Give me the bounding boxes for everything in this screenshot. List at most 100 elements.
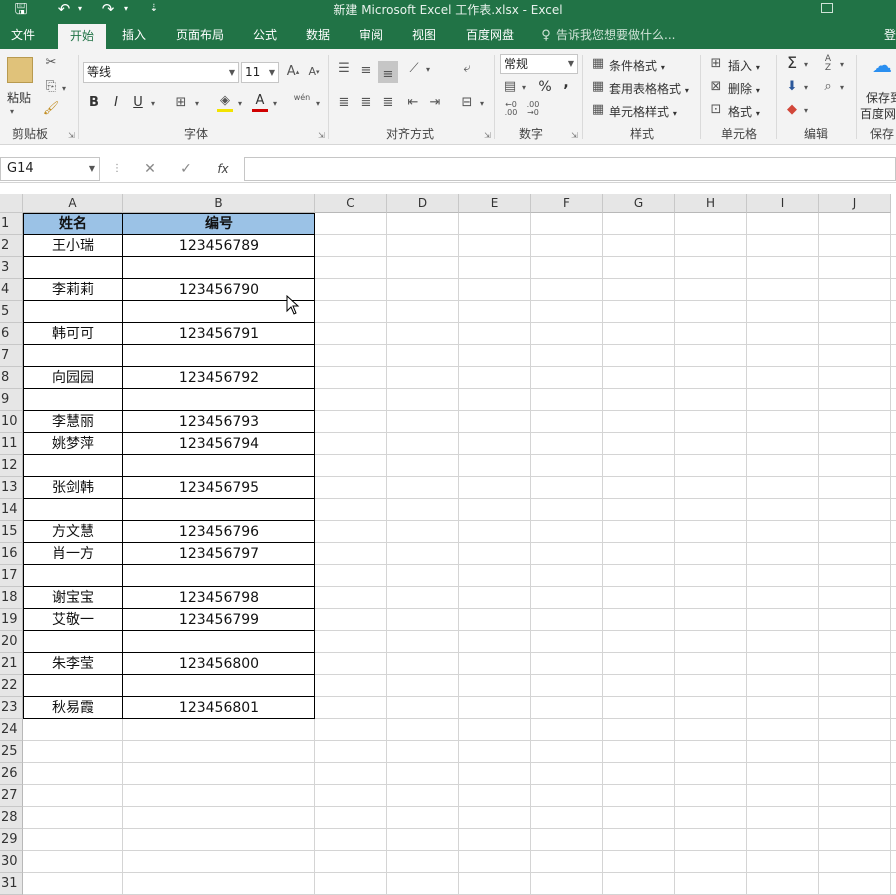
row-header[interactable]: 29 [0,829,23,851]
fill-color-icon[interactable]: ◈ [217,93,233,112]
font-size-select[interactable]: 11 ▼ [241,62,279,83]
row-header[interactable]: 14 [0,499,23,521]
decrease-font-icon[interactable]: A▾ [306,64,322,80]
percent-icon[interactable]: % [536,79,554,95]
font-color-dropdown-icon[interactable]: ▾ [271,96,279,112]
cancel-icon[interactable]: ✕ [140,157,160,181]
formula-input[interactable] [244,157,896,181]
tab-formulas[interactable]: 公式 [244,22,286,49]
row-header[interactable]: 4 [0,279,23,301]
fill-dropdown-icon[interactable]: ▾ [802,80,810,96]
table-cell[interactable]: 123456801 [123,697,315,719]
tab-home[interactable]: 开始 [58,22,106,49]
format-cells-button[interactable]: 格式 ▾ [728,103,760,120]
column-header-c[interactable]: C [315,194,387,213]
row-header[interactable]: 6 [0,323,23,345]
column-header-h[interactable]: H [675,194,747,213]
table-cell[interactable] [23,345,123,367]
confirm-icon[interactable]: ✓ [176,157,196,181]
comma-style-icon[interactable]: , [560,75,572,91]
borders-dropdown-icon[interactable]: ▾ [193,96,201,112]
align-left-icon[interactable]: ≣ [336,95,352,111]
table-cell[interactable]: 艾敬一 [23,609,123,631]
format-as-table-button[interactable]: 套用表格格式 ▾ [609,80,689,97]
table-cell[interactable] [23,565,123,587]
table-cell[interactable] [123,675,315,697]
table-cell[interactable] [23,389,123,411]
table-cell[interactable]: 123456789 [123,235,315,257]
clipboard-launcher-icon[interactable]: ⇲ [68,131,75,140]
column-header-b[interactable]: B [123,194,315,213]
row-header[interactable]: 26 [0,763,23,785]
fill-color-dropdown-icon[interactable]: ▾ [236,96,244,112]
row-header[interactable]: 12 [0,455,23,477]
align-center-icon[interactable]: ≣ [358,95,374,111]
conditional-format-button[interactable]: 条件格式 ▾ [609,57,665,74]
table-cell[interactable]: 123456796 [123,521,315,543]
fill-icon[interactable]: ⬇ [784,79,800,95]
row-header[interactable]: 28 [0,807,23,829]
merge-dropdown-icon[interactable]: ▾ [478,96,486,112]
table-header-cell[interactable]: 编号 [123,213,315,235]
table-cell[interactable]: 123456797 [123,543,315,565]
row-header[interactable]: 3 [0,257,23,279]
table-cell[interactable]: 韩可可 [23,323,123,345]
row-header[interactable]: 8 [0,367,23,389]
row-header[interactable]: 27 [0,785,23,807]
row-header[interactable]: 1 [0,213,23,235]
find-select-icon[interactable]: ⌕ [820,79,836,95]
select-all-corner[interactable] [0,194,23,213]
format-table-icon[interactable]: ▦ [590,79,606,95]
table-cell[interactable]: 123456800 [123,653,315,675]
table-cell[interactable] [123,257,315,279]
column-header-f[interactable]: F [531,194,603,213]
row-header[interactable]: 10 [0,411,23,433]
copy-icon[interactable]: ⎘ [42,79,60,95]
row-header[interactable]: 5 [0,301,23,323]
table-cell[interactable] [23,301,123,323]
table-cell[interactable]: 123456791 [123,323,315,345]
table-cell[interactable] [123,389,315,411]
row-header[interactable]: 16 [0,543,23,565]
table-cell[interactable] [123,499,315,521]
tell-me-search[interactable]: 告诉我您想要做什么... [556,22,686,49]
number-launcher-icon[interactable]: ⇲ [571,131,578,140]
cut-icon[interactable]: ✂ [42,55,60,71]
table-cell[interactable]: 李莉莉 [23,279,123,301]
table-cell[interactable] [23,675,123,697]
phonetic-dropdown-icon[interactable]: ▾ [314,96,322,112]
row-header[interactable]: 30 [0,851,23,873]
row-header[interactable]: 9 [0,389,23,411]
tab-page-layout[interactable]: 页面布局 [170,22,230,49]
table-cell[interactable] [123,345,315,367]
decrease-indent-icon[interactable]: ⇤ [404,95,422,111]
format-painter-icon[interactable]: 🖌 [42,101,60,117]
alignment-launcher-icon[interactable]: ⇲ [484,131,491,140]
align-top-icon[interactable]: ☰ [336,61,352,77]
table-cell[interactable] [23,257,123,279]
autosum-dropdown-icon[interactable]: ▾ [802,57,810,73]
save-to-baidu-line1[interactable]: 保存到 [866,89,896,106]
clear-icon[interactable]: ◆ [784,102,800,118]
table-cell[interactable] [123,631,315,653]
copy-dropdown-icon[interactable]: ▾ [60,81,68,97]
baidu-cloud-icon[interactable]: ☁ [868,55,896,75]
column-header-e[interactable]: E [459,194,531,213]
row-header[interactable]: 24 [0,719,23,741]
sort-dropdown-icon[interactable]: ▾ [838,57,846,73]
delete-cells-icon[interactable]: ⊠ [708,79,724,95]
table-cell[interactable]: 向园园 [23,367,123,389]
table-cell[interactable]: 123456798 [123,587,315,609]
italic-icon[interactable]: I [108,95,124,111]
row-header[interactable]: 11 [0,433,23,455]
table-cell[interactable]: 方文慧 [23,521,123,543]
table-cell[interactable]: 123456794 [123,433,315,455]
table-cell[interactable]: 123456793 [123,411,315,433]
conditional-format-icon[interactable]: ▦ [590,56,606,72]
row-header[interactable]: 15 [0,521,23,543]
table-cell[interactable] [23,499,123,521]
row-header[interactable]: 13 [0,477,23,499]
find-dropdown-icon[interactable]: ▾ [838,80,846,96]
table-cell[interactable]: 谢宝宝 [23,587,123,609]
table-cell[interactable]: 秋易霞 [23,697,123,719]
